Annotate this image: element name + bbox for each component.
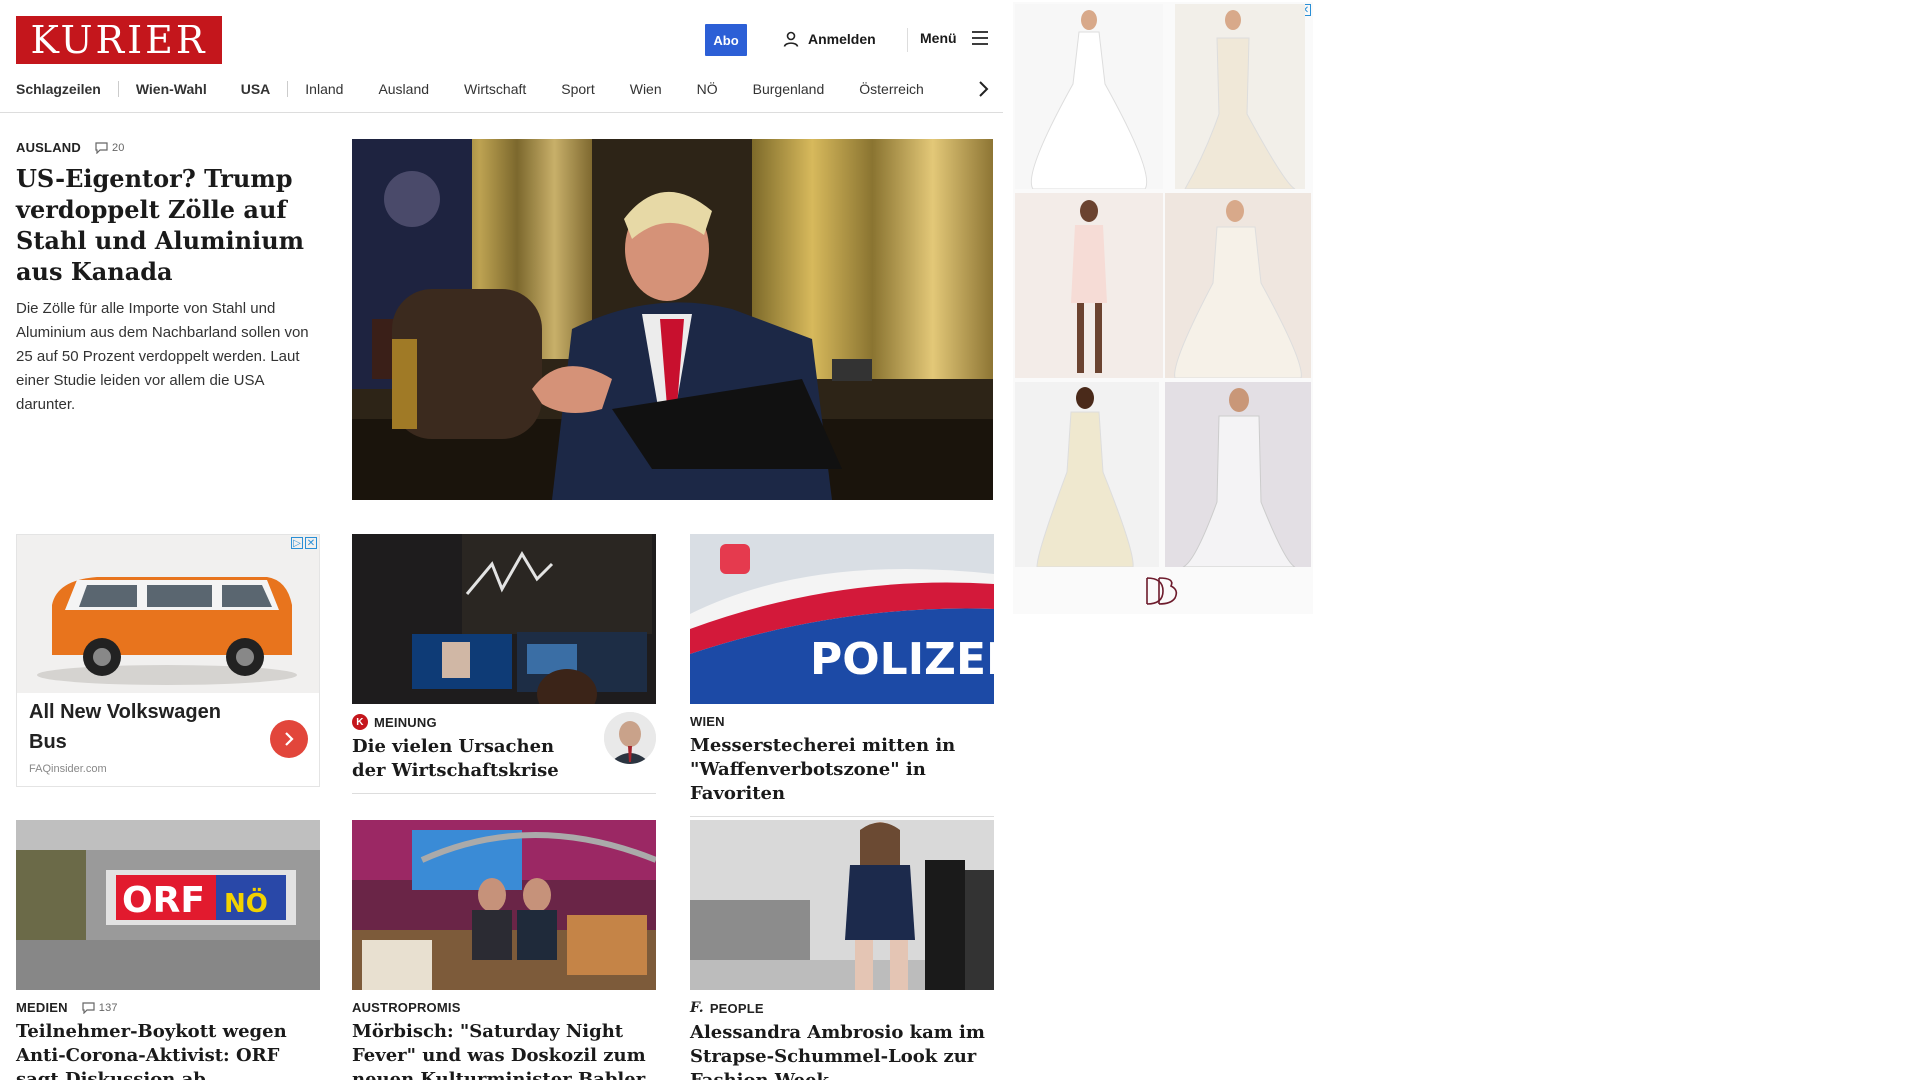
article-headline[interactable]: Alessandra Ambrosio kam im Strapse-Schum… xyxy=(690,1021,994,1080)
comment-count-value: 137 xyxy=(98,1001,118,1014)
menu-label: Menü xyxy=(920,30,957,46)
header-divider-line xyxy=(0,112,1003,113)
article-headline[interactable]: Die vielen Ursachen der Wirtschaftskrise xyxy=(352,735,592,783)
ad-bridal-dresses[interactable]: ▷ ✕ xyxy=(1013,2,1313,614)
nav-item-burgenland[interactable]: Burgenland xyxy=(753,81,825,97)
comment-count[interactable]: 137 xyxy=(82,1002,118,1014)
nav-item-wien-wahl[interactable]: Wien-Wahl xyxy=(136,81,207,97)
ad-arrow-button[interactable] xyxy=(270,720,308,758)
article-kicker: WIEN xyxy=(690,714,994,729)
article-headline[interactable]: Messerstecherei mitten in "Waffenverbots… xyxy=(690,734,994,806)
nav-separator xyxy=(287,81,289,97)
nav-separator xyxy=(117,81,119,97)
nav-item-wirtschaft[interactable]: Wirtschaft xyxy=(464,81,526,97)
abo-button[interactable]: Abo xyxy=(705,24,747,56)
lead-kicker: AUSLAND 20 xyxy=(16,140,321,155)
nav-item-oesterreich[interactable]: Österreich xyxy=(859,81,924,97)
login-button[interactable]: Anmelden xyxy=(782,30,876,48)
ad-image[interactable] xyxy=(17,535,319,693)
article-category[interactable]: PEOPLE xyxy=(710,1001,764,1016)
comment-icon xyxy=(82,1001,95,1014)
menu-button[interactable]: Menü xyxy=(920,30,989,46)
article-card[interactable]: K MEINUNG Die vielen Ursachen der Wirtsc… xyxy=(352,534,656,794)
ad-dress-photo[interactable] xyxy=(1165,193,1311,378)
nav-item-inland[interactable]: Inland xyxy=(305,81,343,97)
nav-item-schlagzeilen[interactable]: Schlagzeilen xyxy=(16,81,101,97)
ad-close-icon[interactable]: ✕ xyxy=(305,537,317,549)
kurier-badge-icon: K xyxy=(352,714,368,730)
lead-headline[interactable]: US-Eigentor? Trump verdoppelt Zölle auf … xyxy=(16,163,321,287)
ad-brand-logo[interactable] xyxy=(1141,574,1181,608)
comment-icon xyxy=(95,141,108,154)
lead-story[interactable]: AUSLAND 20 US-Eigentor? Trump verdoppelt… xyxy=(16,140,321,417)
section-nav: Schlagzeilen Wien-Wahl USA Inland Auslan… xyxy=(16,78,989,100)
article-thumbnail[interactable] xyxy=(352,534,656,704)
nav-item-ausland[interactable]: Ausland xyxy=(378,81,429,97)
article-category[interactable]: AUSTROPROMIS xyxy=(352,1000,461,1015)
article-kicker: f. PEOPLE xyxy=(690,1000,994,1016)
lead-category[interactable]: AUSLAND xyxy=(16,140,81,155)
article-thumbnail[interactable] xyxy=(352,820,656,990)
article-headline[interactable]: Mörbisch: "Saturday Night Fever" und was… xyxy=(352,1020,656,1080)
comment-count-value: 20 xyxy=(111,141,125,154)
ad-title[interactable]: All New Volkswagen Bus xyxy=(29,697,229,757)
ad-dress-photo[interactable] xyxy=(1175,4,1305,189)
card-divider xyxy=(352,793,656,794)
article-thumbnail[interactable] xyxy=(690,820,994,990)
lead-teaser: Die Zölle für alle Importe von Stahl und… xyxy=(16,300,309,413)
article-category[interactable]: MEDIEN xyxy=(16,1000,68,1015)
image-text: NÖ xyxy=(224,886,268,919)
kurier-logo[interactable]: KURIER xyxy=(16,16,222,64)
nav-item-noe[interactable]: NÖ xyxy=(697,81,718,97)
article-category[interactable]: WIEN xyxy=(690,714,725,729)
ad-dress-photo[interactable] xyxy=(1165,382,1311,567)
lead-photo[interactable] xyxy=(352,139,993,500)
hamburger-icon xyxy=(971,31,988,45)
nav-item-sport[interactable]: Sport xyxy=(561,81,594,97)
article-card[interactable]: POLIZEI WIEN Messerstecherei mitten in "… xyxy=(690,534,994,817)
login-label: Anmelden xyxy=(808,31,876,47)
user-icon xyxy=(783,31,799,47)
nav-item-wien[interactable]: Wien xyxy=(630,81,662,97)
image-text: POLIZEI xyxy=(810,634,994,685)
article-headline[interactable]: Teilnehmer-Boykott wegen Anti-Corona-Akt… xyxy=(16,1020,320,1080)
ad-dress-photo[interactable] xyxy=(1015,193,1163,378)
article-thumbnail[interactable]: POLIZEI xyxy=(690,534,994,704)
chevron-right-icon xyxy=(285,732,294,746)
article-card[interactable]: f. PEOPLE Alessandra Ambrosio kam im Str… xyxy=(690,820,994,1080)
ad-choices[interactable]: ▷ ✕ xyxy=(291,537,317,549)
ad-info-icon[interactable]: ▷ xyxy=(291,537,303,549)
people-badge-icon: f. xyxy=(690,1000,704,1016)
ad-volkswagen-bus[interactable]: ▷ ✕ All New Volkswagen Bus FAQinsider.co… xyxy=(16,534,320,787)
comment-count[interactable]: 20 xyxy=(95,142,125,154)
author-avatar[interactable] xyxy=(604,712,656,764)
article-category[interactable]: MEINUNG xyxy=(374,715,437,730)
header-divider xyxy=(907,28,908,52)
article-thumbnail[interactable]: ORF NÖ xyxy=(16,820,320,990)
article-card[interactable]: ORF NÖ MEDIEN 137 Teilnehmer-Boykott weg… xyxy=(16,820,320,1080)
ad-source: FAQinsider.com xyxy=(29,763,107,775)
ad-dress-photo[interactable] xyxy=(1015,382,1159,567)
ad-dress-photo[interactable] xyxy=(1015,4,1163,189)
article-card[interactable]: AUSTROPROMIS Mörbisch: "Saturday Night F… xyxy=(352,820,656,1080)
article-kicker: AUSTROPROMIS xyxy=(352,1000,656,1015)
chevron-right-icon[interactable] xyxy=(972,78,994,100)
image-text: ORF xyxy=(122,880,205,921)
card-divider xyxy=(690,816,994,817)
nav-item-usa[interactable]: USA xyxy=(241,81,271,97)
article-kicker: MEDIEN 137 xyxy=(16,1000,320,1015)
